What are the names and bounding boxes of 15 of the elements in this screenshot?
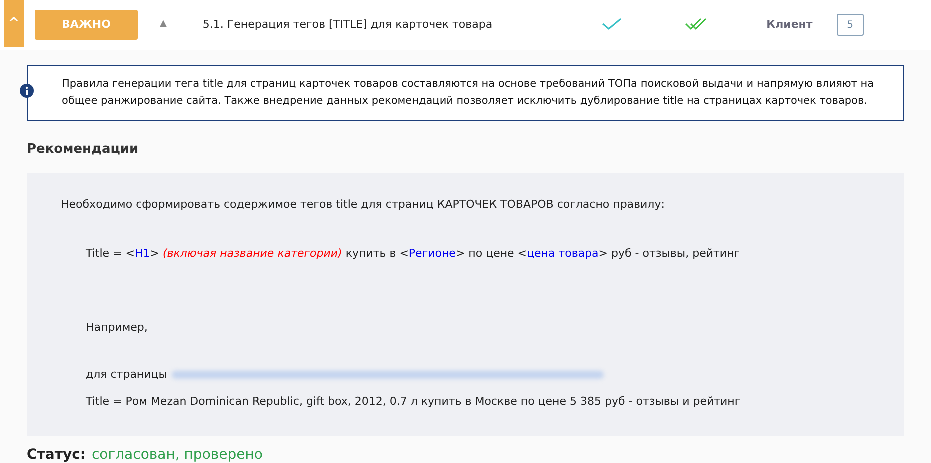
comments-button[interactable]: 5 xyxy=(836,14,864,36)
task-title: 5.1. Генерация тегов [TITLE] для карточек товара xyxy=(202,16,493,33)
priority-badge[interactable]: ВАЖНО xyxy=(35,10,138,40)
example-title: Title = Ром Mezan Dominican Republic, gift box, 2012, 0.7 л купить в Москве по цене 5 385 руб - отзывы и рейтинг xyxy=(86,394,741,410)
status-value: согласован, проверено xyxy=(92,446,263,463)
section-heading: Рекомендации xyxy=(27,141,139,159)
collapse-button[interactable]: ^ xyxy=(4,0,24,47)
role-label: Клиент xyxy=(766,16,813,33)
sort-toggle[interactable]: ▲ xyxy=(160,18,167,32)
formula-text: Title = <H1> (включая название категории) купить в <Регионе> по цене <цена товара> руб - отзывы, рейтинг xyxy=(86,246,740,262)
intro-text: Необходимо сформировать содержимое тегов title для страниц КАРТОЧЕК ТОВАРОВ согласно правилу: xyxy=(61,196,665,212)
status-label: Статус: xyxy=(27,446,86,463)
example-label: Например, xyxy=(86,320,148,336)
info-text: Правила генерации тега title для страниц карточек товаров составляются на основе требований ТОПа поисковой выдачи и напрямую влияют на общее ранжирование сайта. Также внедрение данных рекомендаций позволяет исключить дублирование title на страницах карточек товаров. xyxy=(62,77,876,109)
page-label: для страницы xyxy=(86,367,168,383)
